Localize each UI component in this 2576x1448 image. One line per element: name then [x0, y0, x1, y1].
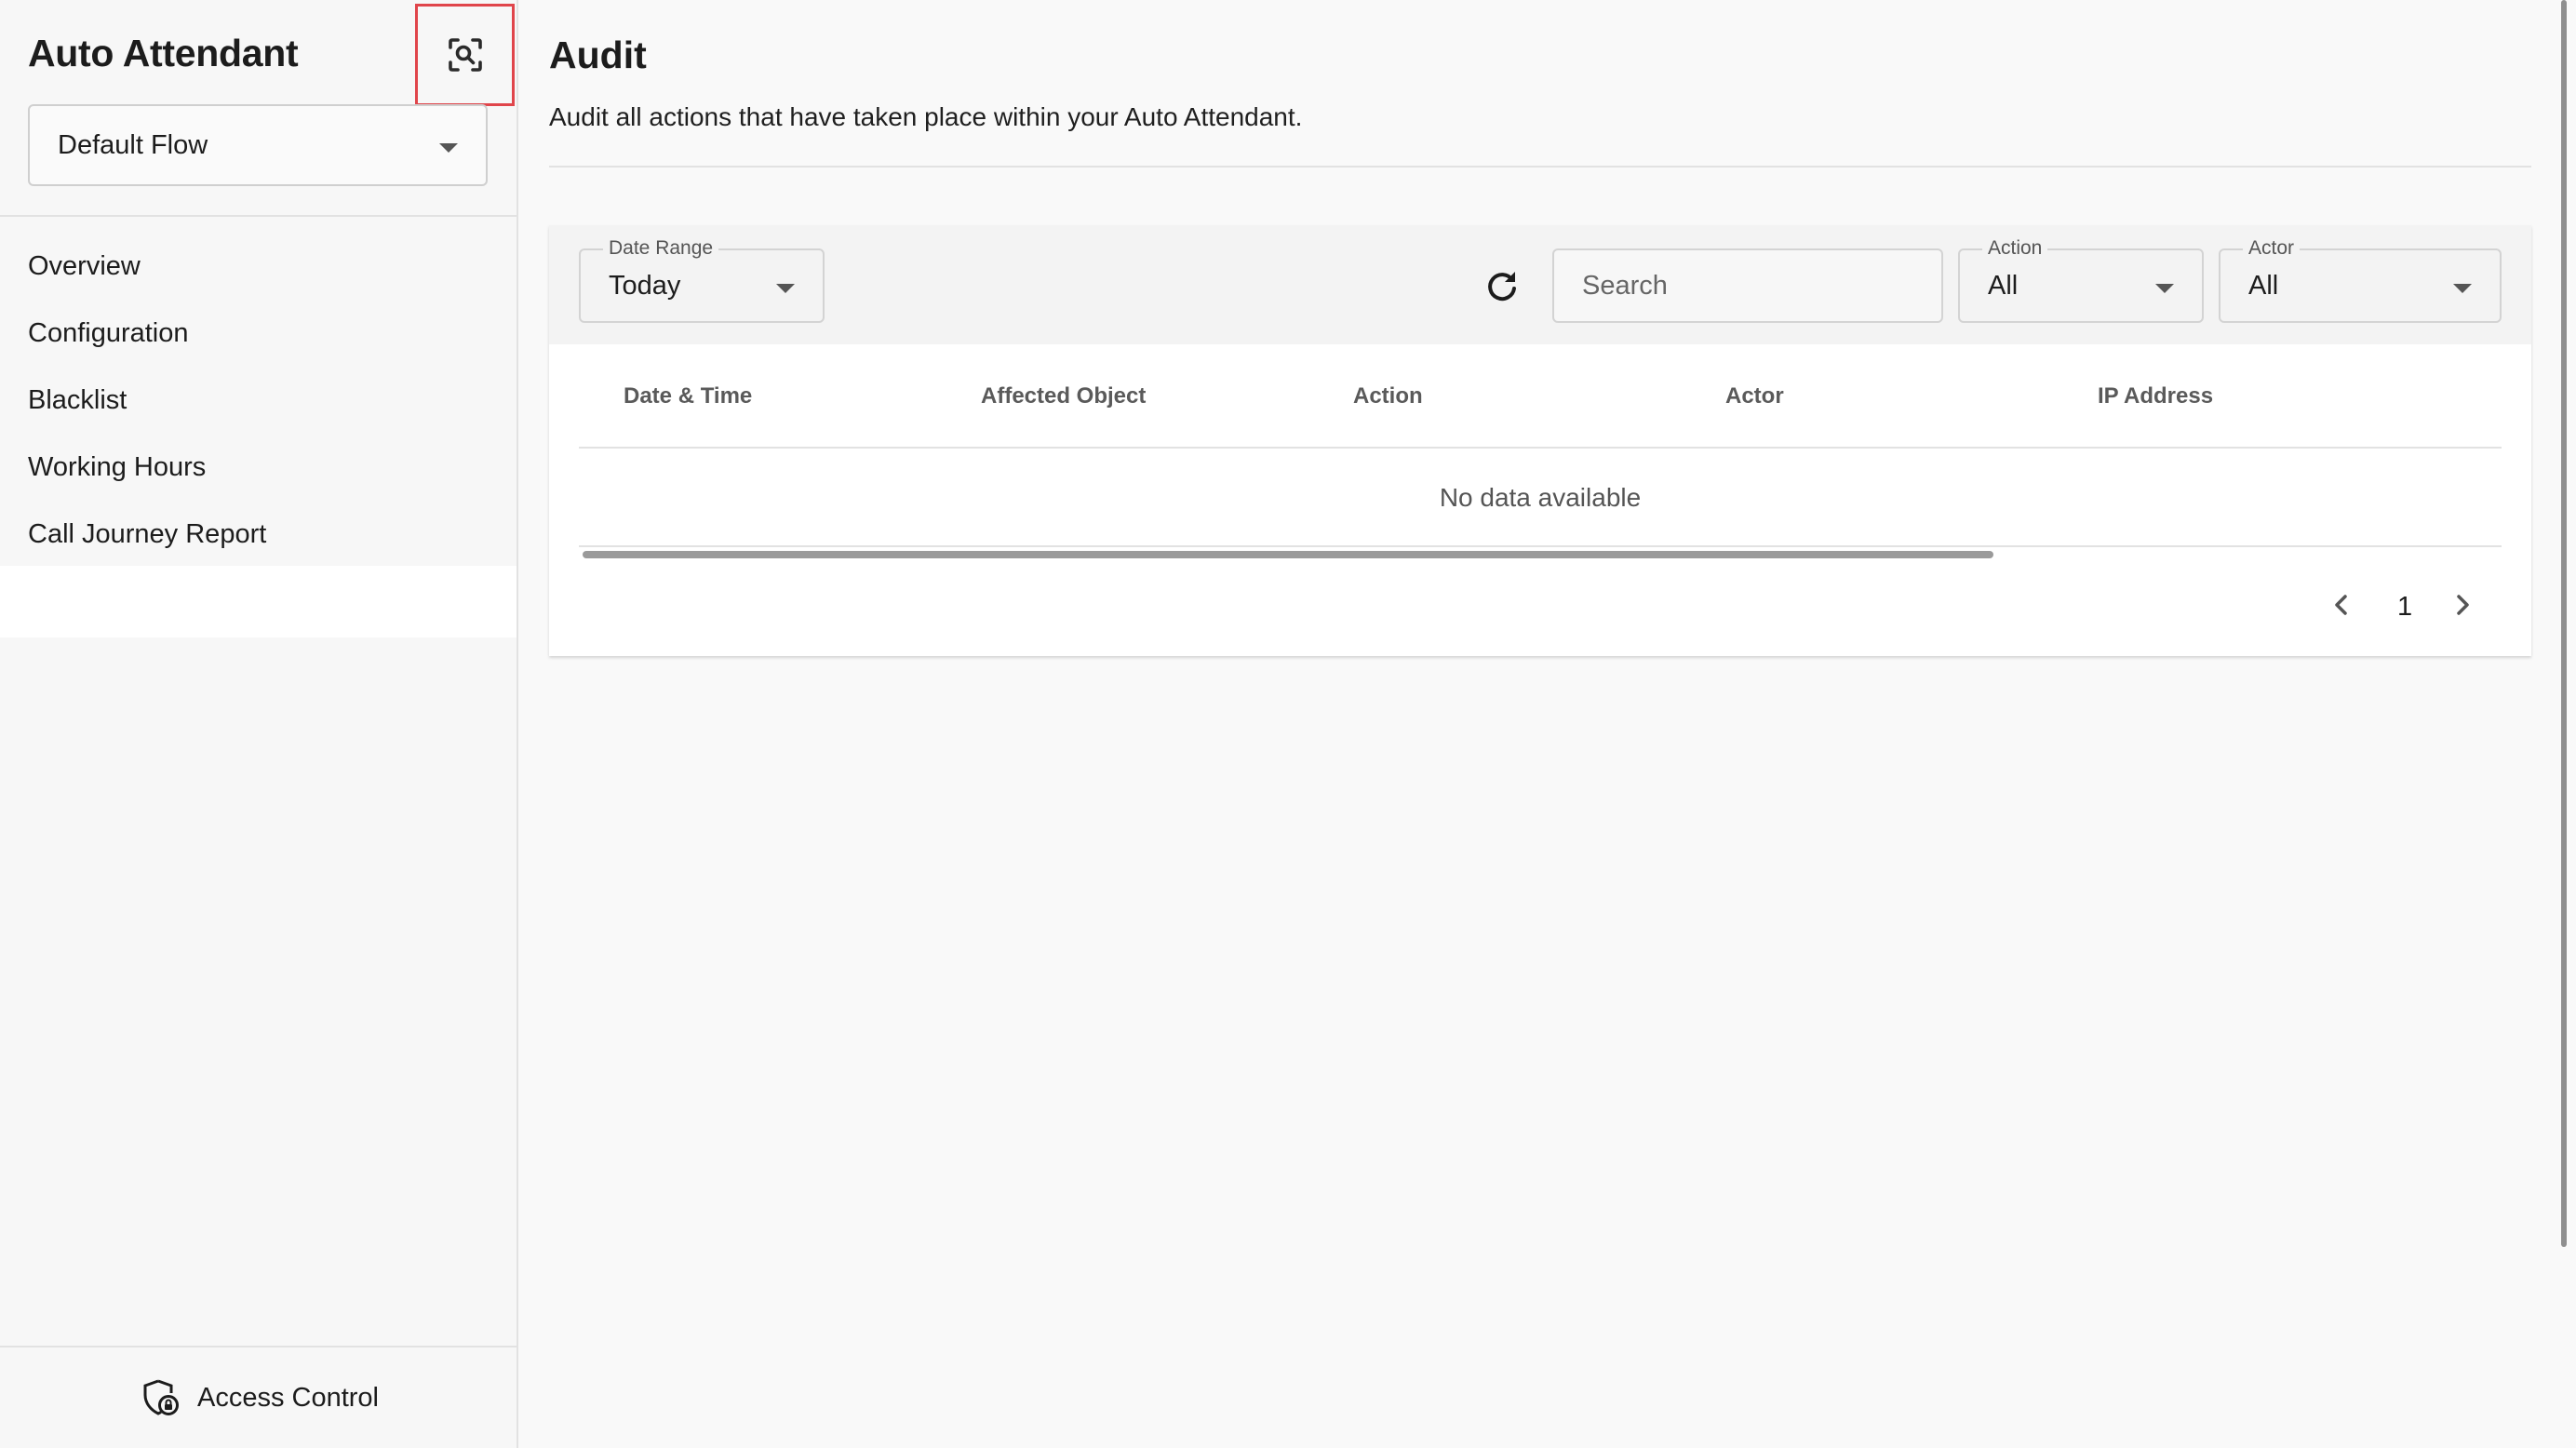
access-control-label: Access Control [196, 1382, 379, 1413]
chevron-left-icon [2335, 595, 2347, 615]
flow-select[interactable]: Default Flow [28, 104, 488, 186]
action-filter-label: Action [1982, 237, 2048, 260]
audit-card: Date Range Today Action All Actor [549, 225, 2531, 656]
horizontal-scrollbar[interactable] [583, 551, 1993, 558]
page-title: Audit [549, 34, 647, 76]
actor-select[interactable]: Actor All [2219, 237, 2502, 323]
sidebar-item-blacklist[interactable]: Blacklist [0, 367, 517, 434]
search-field [1552, 248, 1943, 323]
actor-filter-value: All [2248, 271, 2279, 301]
date-range-label: Date Range [603, 237, 719, 260]
access-control-button[interactable]: Access Control [0, 1346, 518, 1448]
current-page: 1 [2397, 592, 2413, 622]
chevron-down-icon [439, 143, 458, 153]
refresh-button[interactable] [1482, 266, 1523, 307]
sidebar-item-configuration[interactable]: Configuration [0, 300, 517, 367]
sidebar-item-working-hours[interactable]: Working Hours [0, 434, 517, 501]
column-header-ip-address[interactable]: IP Address [2098, 383, 2213, 409]
sidebar-divider [0, 215, 518, 217]
filter-toolbar: Date Range Today Action All Actor [549, 225, 2531, 344]
sidebar-item-audit[interactable] [0, 566, 517, 637]
search-input[interactable] [1554, 250, 1941, 321]
header-divider [549, 166, 2531, 168]
chevron-down-icon [776, 284, 795, 293]
scan-search-button[interactable] [415, 4, 515, 106]
column-header-date-time[interactable]: Date & Time [624, 383, 752, 409]
date-range-select[interactable]: Date Range Today [579, 237, 825, 323]
previous-page-button[interactable] [2327, 590, 2356, 624]
table-header: Date & Time Affected Object Action Actor… [579, 344, 2502, 449]
column-header-actor[interactable]: Actor [1725, 383, 1784, 409]
app-title: Auto Attendant [28, 32, 299, 74]
column-header-action[interactable]: Action [1353, 383, 1423, 409]
chevron-right-icon [2457, 595, 2469, 615]
empty-state: No data available [579, 450, 2502, 547]
flow-select-value: Default Flow [58, 130, 208, 160]
shield-lock-icon [143, 1379, 179, 1415]
refresh-icon [1488, 272, 1516, 302]
sidebar-item-overview[interactable]: Overview [0, 233, 517, 300]
sidebar: Auto Attendant Default Flow Overview Con… [0, 0, 518, 1448]
scan-search-icon [448, 38, 482, 72]
sidebar-item-call-journey-report[interactable]: Call Journey Report [0, 501, 517, 568]
chevron-down-icon [2453, 284, 2472, 293]
action-filter-value: All [1988, 271, 2019, 301]
actor-filter-label: Actor [2243, 237, 2301, 260]
page-description: Audit all actions that have taken place … [549, 102, 1303, 131]
page-scrollbar[interactable] [2561, 0, 2567, 1247]
column-header-affected-object[interactable]: Affected Object [981, 383, 1146, 409]
action-select[interactable]: Action All [1958, 237, 2204, 323]
sidebar-nav: Overview Configuration Blacklist Working… [0, 233, 517, 568]
chevron-down-icon [2155, 284, 2174, 293]
next-page-button[interactable] [2448, 590, 2477, 624]
date-range-value: Today [609, 271, 681, 301]
